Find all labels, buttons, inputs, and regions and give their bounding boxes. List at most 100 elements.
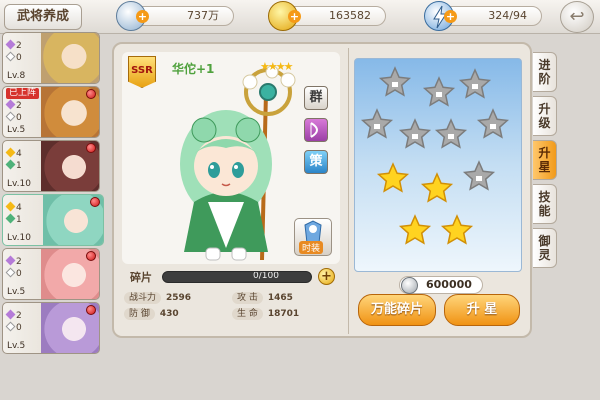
- hero-card[interactable]: 2 0 Lv.5: [2, 302, 100, 354]
- hero-star-rating: ★★★★: [260, 60, 293, 73]
- tab-skills[interactable]: 技能: [533, 184, 557, 224]
- hero-level: Lv.8: [7, 71, 26, 81]
- faction-tag[interactable]: 群: [304, 86, 328, 110]
- upgrade-cost: 600000: [399, 276, 483, 294]
- tab-spirit[interactable]: 御灵: [533, 228, 557, 268]
- rarity-badge: SSR: [128, 56, 156, 88]
- gold-amount: 163582: [329, 9, 371, 22]
- stat-power: 战斗力 2596: [124, 292, 191, 304]
- notification-dot-icon: [90, 197, 100, 207]
- hero-level: Lv.5: [7, 341, 26, 351]
- strategy-tag[interactable]: 策: [304, 150, 328, 174]
- hero-gems: 0: [16, 113, 22, 123]
- fashion-button[interactable]: 时装: [294, 218, 332, 256]
- silver-coin-icon: [401, 277, 418, 294]
- hero-level: Lv.10: [7, 233, 31, 243]
- gold-gem-icon: [5, 147, 16, 158]
- add-stamina-button[interactable]: +: [444, 10, 457, 23]
- top-bar: 武将养成 737万 + 163582 + 324/94 + ↩: [0, 0, 600, 34]
- hero-card[interactable]: 2 0 Lv.8: [2, 32, 100, 84]
- locked-star-icon: [462, 160, 496, 191]
- locked-star-icon: [422, 76, 456, 107]
- hero-gems: 0: [16, 53, 22, 63]
- purple-gem-icon: [5, 39, 16, 50]
- tab-levelup[interactable]: 升级: [533, 96, 557, 136]
- hero-name: 华佗+1: [172, 62, 215, 76]
- add-silver-button[interactable]: +: [136, 10, 149, 23]
- lock-icon: [472, 84, 478, 89]
- stat-attack: 攻 击 1465: [232, 292, 293, 304]
- star-constellation: [354, 58, 522, 272]
- back-button[interactable]: ↩: [560, 1, 594, 33]
- lit-star-icon: [398, 214, 432, 245]
- hero-gems: 1: [16, 161, 22, 171]
- hero-card[interactable]: 已上阵 2 0 Lv.5: [2, 86, 100, 138]
- locked-star-icon: [458, 68, 492, 99]
- hero-level: Lv.5: [7, 125, 26, 135]
- hero-stars: 2: [16, 311, 22, 321]
- stamina-amount: 324/94: [488, 9, 527, 22]
- add-gold-button[interactable]: +: [288, 10, 301, 23]
- hero-card-selected[interactable]: 4 1 Lv.10: [2, 194, 104, 246]
- hero-gems: 0: [16, 323, 22, 333]
- stat-defense: 防 御 430: [124, 308, 179, 320]
- panel-divider: [348, 48, 349, 334]
- hero-stars: 2: [16, 41, 22, 51]
- lock-icon: [436, 92, 442, 97]
- lock-icon: [490, 124, 496, 129]
- lit-star-icon: [420, 172, 454, 203]
- white-gem-icon: [5, 51, 16, 62]
- upgrade-cost-value: 600000: [426, 278, 472, 291]
- hero-gems: 0: [16, 269, 22, 279]
- locked-star-icon: [434, 118, 468, 149]
- lock-icon: [448, 134, 454, 139]
- lock-icon: [476, 176, 482, 181]
- hero-card[interactable]: 2 0 Lv.5: [2, 248, 100, 300]
- white-gem-icon: [5, 111, 16, 122]
- hero-stars: 2: [16, 257, 22, 267]
- lit-star-icon: [440, 214, 474, 245]
- silver-amount: 737万: [187, 9, 219, 22]
- lock-icon: [412, 134, 418, 139]
- hero-portrait: [41, 33, 99, 83]
- green-gem-icon: [5, 159, 16, 170]
- tab-starup[interactable]: 升星: [533, 140, 557, 180]
- hero-level: Lv.5: [7, 287, 26, 297]
- purple-gem-icon: [5, 99, 16, 110]
- add-fragment-button[interactable]: +: [318, 268, 335, 285]
- hero-detail-panel: SSR 华佗+1 ★★★★ 群 策 时装 碎片 0/100 + 战斗力 2596 …: [112, 42, 532, 338]
- fashion-label: 时装: [299, 241, 324, 254]
- notification-dot-icon: [86, 89, 96, 99]
- fragment-progress-text: 0/100: [253, 271, 279, 281]
- star-upgrade-button[interactable]: 升 星: [444, 294, 520, 326]
- star-grid: [360, 66, 510, 245]
- hero-list[interactable]: 2 0 Lv.8 已上阵 2 0 Lv.5 4 1 Lv.10 4 1 Lv.1…: [0, 32, 104, 400]
- hero-stats: 战斗力 2596 攻 击 1465 防 御 430 生 命 18701: [124, 292, 336, 328]
- lock-icon: [374, 124, 380, 129]
- hero-card[interactable]: 4 1 Lv.10: [2, 140, 100, 192]
- green-gem-icon: [5, 213, 16, 224]
- universal-fragment-button[interactable]: 万能碎片: [358, 294, 436, 326]
- white-gem-icon: [5, 267, 16, 278]
- stat-hp: 生 命 18701: [232, 308, 299, 320]
- hero-stars: 4: [16, 203, 22, 213]
- white-gem-icon: [5, 321, 16, 332]
- locked-star-icon: [398, 118, 432, 149]
- notification-dot-icon: [86, 251, 96, 261]
- notification-dot-icon: [86, 305, 96, 315]
- fragment-label: 碎片: [130, 271, 152, 284]
- hero-level: Lv.10: [7, 179, 31, 189]
- lock-icon: [392, 82, 398, 87]
- hero-stars: 2: [16, 101, 22, 111]
- purple-gem-icon: [5, 255, 16, 266]
- locked-star-icon: [476, 108, 510, 139]
- back-arrow-icon: ↩: [569, 6, 585, 27]
- fragment-row: 碎片 0/100 +: [124, 266, 336, 288]
- purple-gem-icon: [5, 309, 16, 320]
- fragment-progress-bar: 0/100: [162, 271, 312, 283]
- gold-gem-icon: [5, 201, 16, 212]
- bow-class-icon[interactable]: [304, 118, 328, 142]
- tab-advance[interactable]: 进阶: [533, 52, 557, 92]
- hero-gems: 1: [16, 215, 22, 225]
- locked-star-icon: [378, 66, 412, 97]
